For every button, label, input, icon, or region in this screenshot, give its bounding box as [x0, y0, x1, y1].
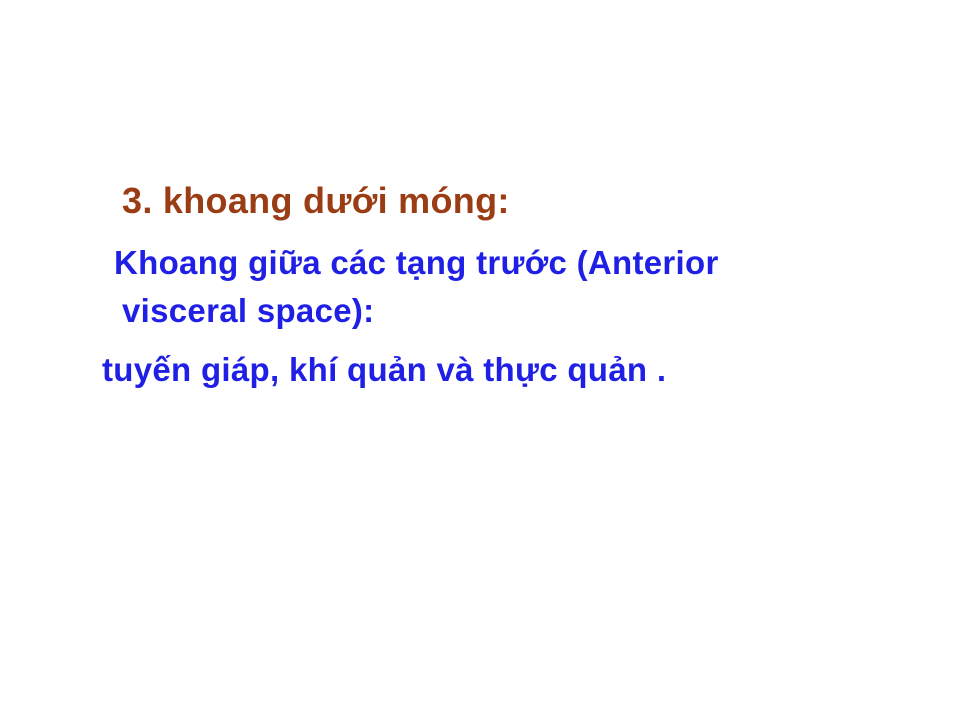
slide: 3. khoang dưới móng: Khoang giữa các tạn… [0, 0, 960, 720]
body-line-3: tuyến giáp, khí quản và thực quản . [102, 351, 667, 388]
slide-heading: 3. khoang dưới móng: [122, 180, 510, 221]
body-line-1: Khoang giữa các tạng trước (Anterior [114, 244, 719, 281]
body-line-2: visceral space): [122, 292, 375, 329]
